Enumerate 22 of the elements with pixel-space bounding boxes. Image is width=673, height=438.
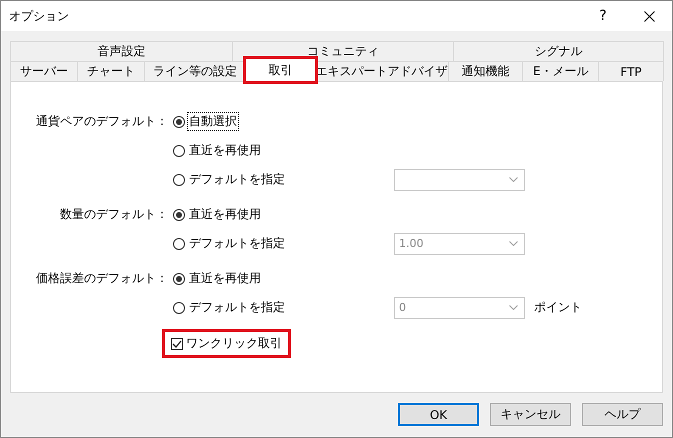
tab[interactable]: 取引 xyxy=(244,58,316,82)
unit-label: ポイント xyxy=(533,299,583,316)
field-label: 通貨ペアのデフォルト： xyxy=(36,113,168,130)
radio-label[interactable]: 直近を再使用 xyxy=(188,270,262,287)
radio-label[interactable]: デフォルトを指定 xyxy=(188,235,286,252)
field-label: 数量のデフォルト： xyxy=(60,206,168,223)
radio-label[interactable]: 直近を再使用 xyxy=(188,142,262,159)
radio-label[interactable]: デフォルトを指定 xyxy=(188,299,286,316)
radio-label[interactable]: 直近を再使用 xyxy=(188,206,262,223)
tab[interactable]: FTP xyxy=(598,61,664,81)
tab[interactable]: 音声設定 xyxy=(10,41,234,61)
window-title: オプション xyxy=(9,8,70,24)
help-button[interactable]: ? xyxy=(580,1,626,31)
dialog-button[interactable]: OK xyxy=(398,403,479,426)
tab[interactable]: サーバー xyxy=(10,61,78,81)
field-label: 価格誤差のデフォルト： xyxy=(36,270,168,287)
dialog-button[interactable]: キャンセル xyxy=(490,403,571,426)
tab[interactable]: シグナル xyxy=(452,41,664,61)
radio-label[interactable]: 自動選択 xyxy=(188,113,238,130)
dialog-button[interactable]: ヘルプ xyxy=(582,403,663,426)
checkbox-label[interactable]: ワンクリック取引 xyxy=(186,335,282,352)
radio-label[interactable]: デフォルトを指定 xyxy=(188,171,286,188)
